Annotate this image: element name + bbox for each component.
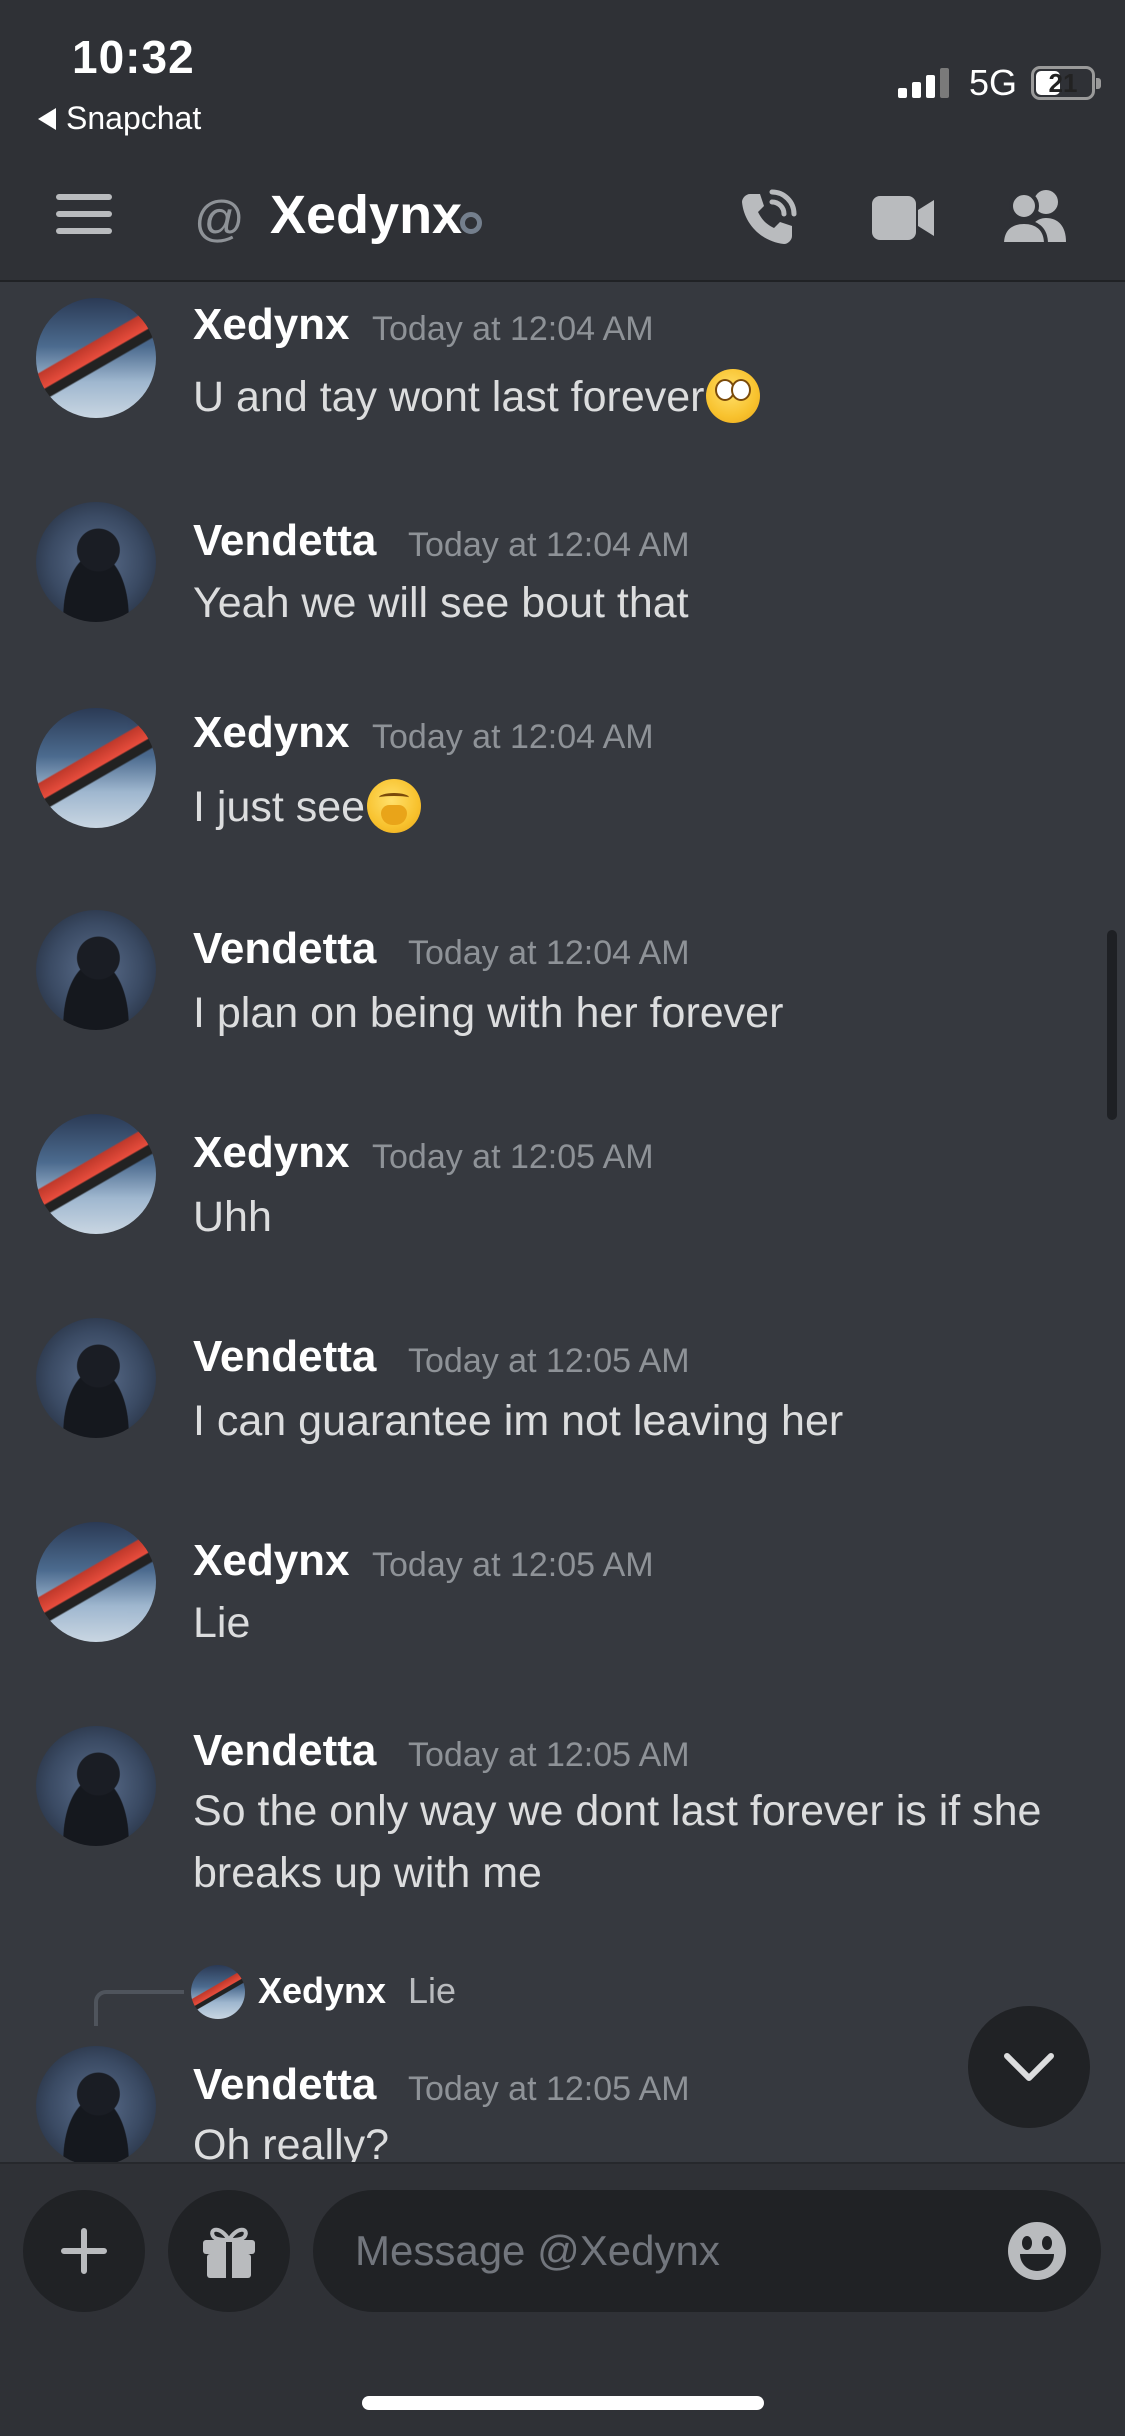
emoji-picker-button[interactable] [1006,2220,1068,2282]
smiley-face-icon [1008,2222,1066,2280]
message-input[interactable] [313,2190,1101,2312]
avatar[interactable] [36,2046,156,2162]
chevron-down-icon [1004,2053,1054,2081]
gift-button[interactable] [168,2190,290,2312]
message-item[interactable]: Vendetta Today at 12:05 AM Oh really? [0,0,1125,2162]
home-indicator[interactable] [362,2396,764,2410]
plus-icon [61,2228,107,2274]
message-text: Oh really? [193,2121,389,2162]
dm-screen: 10:32 Snapchat 5G 21 @ Xedynx Xedynx Tod… [0,0,1125,2436]
message-timestamp: Today at 12:05 AM [408,2070,690,2108]
message-author[interactable]: Vendetta [193,2060,376,2110]
scrollbar[interactable] [1107,930,1117,1120]
jump-to-present-button[interactable] [968,2006,1090,2128]
add-attachment-button[interactable] [23,2190,145,2312]
gift-icon [203,2227,255,2280]
